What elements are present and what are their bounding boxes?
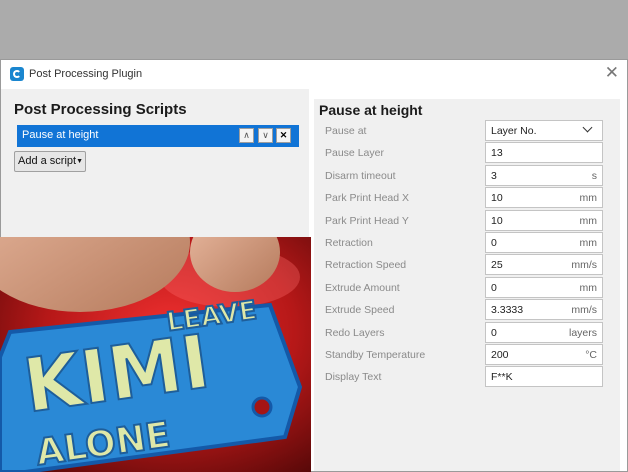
park-head-x-field[interactable]: 10 mm — [485, 187, 603, 209]
disarm-timeout-unit: s — [591, 169, 597, 182]
setting-row-retraction-speed: Retraction Speed 25 mm/s — [314, 254, 620, 276]
extrude-speed-value: 3.3333 — [491, 304, 524, 317]
park-head-y-unit: mm — [579, 214, 598, 227]
retraction-speed-label: Retraction Speed — [325, 259, 407, 272]
retraction-label: Retraction — [325, 237, 373, 249]
extrude-speed-label: Extrude Speed — [325, 304, 395, 317]
close-icon[interactable]: ✕ — [605, 63, 619, 83]
move-down-icon[interactable]: ∨ — [258, 128, 273, 143]
display-text-label: Display Text — [325, 371, 382, 384]
retraction-speed-value: 25 — [491, 259, 503, 272]
display-text-field[interactable]: F**K — [485, 366, 603, 388]
setting-row-display-text: Display Text F**K — [314, 366, 620, 388]
cura-app-icon — [10, 67, 24, 81]
setting-row-park-head-x: Park Print Head X 10 mm — [314, 187, 620, 209]
setting-row-extrude-amount: Extrude Amount 0 mm — [314, 276, 620, 299]
script-list-item-selected[interactable]: Pause at height ∧ ∨ ✕ — [17, 125, 299, 147]
pause-layer-label: Pause Layer — [325, 147, 384, 160]
extrude-amount-label: Extrude Amount — [325, 281, 400, 294]
retraction-field[interactable]: 0 mm — [485, 232, 603, 253]
setting-row-redo-layers: Redo Layers 0 layers — [314, 321, 620, 344]
extrude-amount-unit: mm — [579, 281, 598, 294]
add-script-button[interactable]: Add a script ▼ — [14, 151, 86, 172]
disarm-timeout-field[interactable]: 3s — [485, 164, 603, 186]
park-head-y-field[interactable]: 10 mm — [485, 209, 603, 231]
standby-temperature-label: Standby Temperature — [325, 349, 426, 361]
retraction-value: 0 — [491, 237, 497, 249]
extrude-speed-field[interactable]: 3.3333 mm/s — [485, 299, 603, 321]
chevron-down-icon — [582, 122, 593, 133]
move-up-icon[interactable]: ∧ — [239, 128, 254, 143]
redo-layers-field[interactable]: 0 layers — [485, 321, 603, 343]
standby-temperature-unit: °C — [585, 349, 597, 361]
retraction-speed-field[interactable]: 25 mm/s — [485, 254, 603, 276]
keychain-photo-image: LEAVE KIMI ALONE — [0, 237, 311, 472]
extrude-speed-unit: mm/s — [571, 304, 597, 317]
park-head-y-value: 10 — [491, 214, 503, 227]
setting-row-extrude-speed: Extrude Speed 3.3333 mm/s — [314, 299, 620, 321]
setting-row-pause-at: Pause at Layer No. — [314, 120, 620, 142]
settings-heading: Pause at height — [319, 102, 423, 118]
disarm-timeout-label: Disarm timeout — [325, 169, 396, 182]
title-bar: Post Processing Plugin ✕ — [1, 60, 627, 89]
park-head-x-unit: mm — [579, 192, 598, 205]
redo-layers-value: 0 — [491, 326, 497, 339]
pause-layer-field[interactable]: 13 — [485, 142, 603, 164]
retraction-unit: mm — [579, 237, 598, 249]
pause-layer-value: 13 — [491, 147, 503, 160]
dropdown-arrow-icon: ▼ — [76, 158, 83, 165]
setting-row-retraction: Retraction 0 mm — [314, 232, 620, 254]
keychain-photo: LEAVE KIMI ALONE — [0, 237, 311, 472]
remove-script-icon[interactable]: ✕ — [276, 128, 291, 143]
park-head-x-value: 10 — [491, 192, 503, 205]
extrude-amount-value: 0 — [491, 281, 497, 294]
pause-at-label: Pause at — [325, 125, 367, 137]
extrude-amount-field[interactable]: 0 mm — [485, 276, 603, 298]
pause-at-value: Layer No. — [491, 125, 537, 137]
park-head-y-label: Park Print Head Y — [325, 214, 409, 227]
disarm-timeout-value: 3 — [491, 169, 497, 182]
setting-row-pause-layer: Pause Layer 13 — [314, 142, 620, 164]
scripts-heading: Post Processing Scripts — [14, 101, 187, 118]
redo-layers-label: Redo Layers — [325, 326, 385, 339]
setting-row-park-head-y: Park Print Head Y 10 mm — [314, 209, 620, 232]
setting-row-disarm-timeout: Disarm timeout 3 s — [314, 164, 620, 187]
pause-at-dropdown[interactable]: Layer No. — [485, 120, 603, 141]
park-head-x-label: Park Print Head X — [325, 192, 410, 205]
redo-layers-unit: layers — [568, 326, 597, 339]
standby-temperature-value: 200 — [491, 349, 509, 361]
add-script-label: Add a script — [18, 155, 77, 167]
window-title: Post Processing Plugin — [29, 68, 143, 80]
settings-pane: Pause at height Pause at Layer No. Pause L… — [314, 99, 620, 471]
retraction-speed-unit: mm/s — [571, 259, 597, 272]
script-item-label: Pause at height — [22, 129, 99, 141]
setting-row-standby-temperature: Standby Temperature 200 °C — [314, 344, 620, 366]
standby-temperature-field[interactable]: 200 °C — [485, 344, 603, 365]
display-text-value: F**K — [491, 371, 513, 384]
